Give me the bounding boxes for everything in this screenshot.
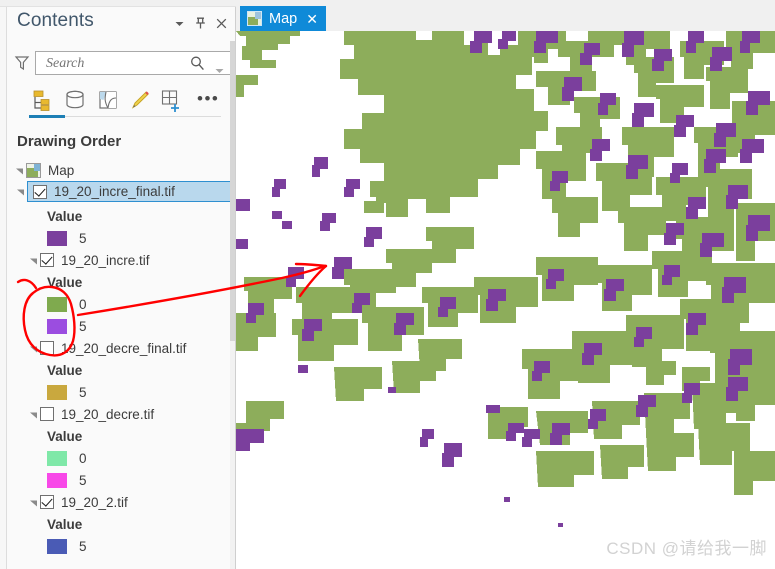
map-canvas[interactable] [236, 31, 775, 569]
legend-value-label: 5 [79, 384, 87, 400]
legend-heading: Value [47, 516, 83, 532]
layer-item-19-20-decre[interactable]: 19_20_decre.tif [7, 403, 235, 425]
legend-value-label: 0 [79, 450, 87, 466]
pin-icon[interactable] [192, 15, 209, 32]
drawing-order-heading: Drawing Order [17, 133, 122, 150]
list-by-drawing-order-icon[interactable] [29, 87, 55, 113]
layer-row-wrapper: 19_20_incre_final.tif [7, 181, 235, 205]
legend-value-label: 5 [79, 230, 87, 246]
toolbar-active-indicator [29, 115, 65, 118]
pane-header: Contents [7, 7, 236, 40]
expander-triangle-icon[interactable] [13, 159, 26, 181]
list-by-snapping-icon[interactable] [158, 87, 184, 113]
list-by-selection-icon[interactable] [95, 87, 121, 113]
legend-class-row[interactable]: 5 [7, 227, 235, 249]
watermark: CSDN @请给我一脚 [606, 539, 767, 558]
legend-value-label: 5 [79, 318, 87, 334]
layer-name-label: 19_20_incre.tif [61, 252, 150, 268]
expander-triangle-icon[interactable] [27, 491, 40, 513]
layer-visibility-checkbox[interactable] [40, 407, 54, 421]
tree-item-map-label: Map [48, 162, 75, 178]
page-title: Contents [17, 10, 94, 31]
search-row [7, 51, 236, 77]
tab-close-icon[interactable]: ✕ [306, 12, 318, 26]
layer-visibility-checkbox[interactable] [33, 184, 47, 199]
layer-visibility-checkbox[interactable] [40, 341, 54, 355]
layer-item-19-20-decre-final[interactable]: 19_20_decre_final.tif [7, 337, 235, 359]
layer-item-19-20-incre-final[interactable]: 19_20_incre_final.tif [27, 181, 232, 202]
search-chevron-down-icon[interactable] [215, 61, 224, 73]
map-icon [26, 162, 41, 178]
tab-map-label: Map [269, 10, 298, 27]
scrollbar-thumb[interactable] [230, 41, 235, 341]
map-thumbnail-icon [247, 11, 262, 26]
expander-triangle-icon[interactable] [27, 337, 40, 359]
legend-color-swatch[interactable] [47, 318, 67, 334]
legend-class-row[interactable]: 5 [7, 535, 235, 557]
legend-color-swatch[interactable] [47, 230, 67, 246]
legend-heading: Value [47, 362, 83, 378]
arcgis-pro-window: Contents Search ••• Drawing Order Map 19… [0, 0, 775, 569]
layer-item-19-20-2[interactable]: 19_20_2.tif [7, 491, 235, 513]
pane-top-strip [0, 0, 236, 7]
legend-color-swatch[interactable] [47, 538, 67, 554]
layer-name-label: 19_20_incre_final.tif [54, 184, 175, 199]
layers-tree: Map 19_20_incre_final.tif Value 5 19_20_… [7, 159, 235, 569]
chevron-down-icon[interactable] [171, 15, 188, 32]
map-view-area: Map ✕ [236, 0, 775, 569]
raster-layer [236, 31, 775, 569]
layer-name-label: 19_20_decre_final.tif [61, 340, 187, 356]
contents-pane: Contents Search ••• Drawing Order Map 19… [0, 0, 236, 569]
contents-scrollbar[interactable] [230, 41, 235, 569]
layer-item-19-20-incre[interactable]: 19_20_incre.tif [7, 249, 235, 271]
expander-triangle-icon[interactable] [27, 403, 40, 425]
legend-heading: Value [47, 274, 83, 290]
legend-class-row[interactable]: 0 [7, 447, 235, 469]
expander-triangle-icon[interactable] [27, 249, 40, 271]
close-icon[interactable] [213, 15, 230, 32]
layer-name-label: 19_20_decre.tif [61, 406, 155, 422]
toolbar-divider [65, 116, 221, 117]
legend-heading: Value [47, 428, 83, 444]
legend-color-swatch[interactable] [47, 384, 67, 400]
list-by-data-source-icon[interactable] [62, 87, 88, 113]
legend-value-label: 5 [79, 472, 87, 488]
legend-color-swatch[interactable] [47, 450, 67, 466]
view-tabstrip: Map ✕ [236, 0, 775, 31]
layer-visibility-checkbox[interactable] [40, 253, 54, 267]
legend-class-row[interactable]: 5 [7, 469, 235, 491]
legend-color-swatch[interactable] [47, 472, 67, 488]
layer-visibility-checkbox[interactable] [40, 495, 54, 509]
legend-class-row[interactable]: 5 [7, 315, 235, 337]
tab-map[interactable]: Map ✕ [240, 6, 326, 31]
legend-class-row[interactable]: 0 [7, 293, 235, 315]
funnel-icon[interactable] [13, 54, 31, 72]
legend-class-row[interactable]: 5 [7, 381, 235, 403]
magnifier-icon[interactable] [189, 55, 206, 72]
list-by-editing-icon[interactable] [127, 87, 153, 113]
legend-value-label: 5 [79, 538, 87, 554]
expander-triangle-icon[interactable] [14, 181, 27, 202]
more-options-button[interactable]: ••• [197, 90, 223, 108]
legend-heading: Value [47, 208, 83, 224]
pane-body: Contents Search ••• Drawing Order Map 19… [6, 7, 235, 569]
search-input[interactable] [44, 54, 184, 74]
legend-color-swatch[interactable] [47, 296, 67, 312]
search-box[interactable] [35, 51, 231, 75]
tree-item-map[interactable]: Map [7, 159, 235, 181]
legend-value-label: 0 [79, 296, 87, 312]
contents-toolbar: ••• [7, 85, 236, 118]
layer-name-label: 19_20_2.tif [61, 494, 128, 510]
